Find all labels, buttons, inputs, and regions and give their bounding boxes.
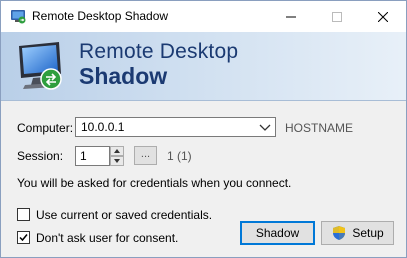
banner-title-line1: Remote Desktop bbox=[79, 40, 239, 63]
setup-button[interactable]: Setup bbox=[321, 221, 394, 245]
chevron-down-icon[interactable] bbox=[259, 122, 271, 132]
computer-combobox[interactable]: 10.0.0.1 bbox=[75, 117, 276, 137]
uac-shield-icon bbox=[333, 226, 346, 240]
dont-ask-consent-checkbox[interactable] bbox=[17, 231, 30, 244]
minimize-icon bbox=[286, 16, 296, 17]
shadow-button-label: Shadow bbox=[255, 226, 300, 240]
session-value[interactable]: 1 bbox=[80, 149, 87, 163]
use-current-credentials-label[interactable]: Use current or saved credentials. bbox=[36, 208, 212, 222]
dont-ask-consent-label[interactable]: Don't ask user for consent. bbox=[36, 231, 178, 245]
setup-button-label: Setup bbox=[352, 226, 384, 240]
session-info: 1 (1) bbox=[167, 149, 192, 163]
hostname-label: HOSTNAME bbox=[285, 121, 354, 135]
shadow-button[interactable]: Shadow bbox=[240, 221, 315, 245]
use-current-credentials-checkbox[interactable] bbox=[17, 208, 30, 221]
session-input[interactable]: 1 bbox=[75, 146, 110, 166]
minimize-button[interactable] bbox=[268, 1, 314, 32]
computer-value[interactable]: 10.0.0.1 bbox=[81, 120, 124, 134]
maximize-button[interactable] bbox=[314, 1, 360, 32]
checkmark-icon bbox=[19, 234, 28, 242]
monitor-remote-icon bbox=[19, 42, 62, 90]
close-button[interactable] bbox=[360, 1, 406, 32]
session-increment-button[interactable] bbox=[110, 146, 124, 156]
browse-sessions-button[interactable]: ... bbox=[134, 146, 157, 165]
title-bar[interactable]: Remote Desktop Shadow bbox=[1, 1, 406, 32]
computer-label: Computer: bbox=[17, 121, 74, 135]
chevron-up-icon bbox=[114, 149, 120, 153]
window-title: Remote Desktop Shadow bbox=[32, 9, 169, 23]
session-decrement-button[interactable] bbox=[110, 156, 124, 166]
remote-desktop-app-icon bbox=[11, 10, 26, 24]
credentials-note: You will be asked for credentials when y… bbox=[17, 176, 292, 190]
session-label: Session: bbox=[17, 149, 64, 163]
maximize-icon bbox=[332, 11, 342, 22]
chevron-down-icon bbox=[114, 159, 120, 163]
banner-title-line2: Shadow bbox=[79, 63, 168, 89]
remote-desktop-shadow-window: Remote Desktop Shadow Remote Desktop Sha… bbox=[0, 0, 407, 258]
close-icon bbox=[378, 11, 388, 22]
header-banner: Remote Desktop Shadow bbox=[1, 32, 406, 101]
